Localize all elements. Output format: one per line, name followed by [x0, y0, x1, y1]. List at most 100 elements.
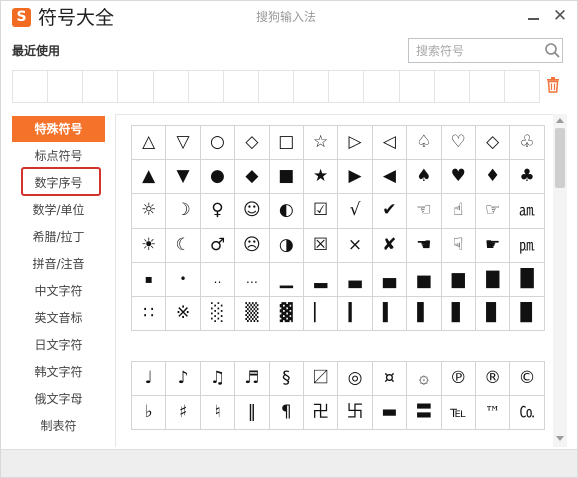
symbol-cell[interactable]: ◆ [235, 160, 270, 195]
symbol-cell[interactable]: ㏂ [510, 194, 545, 229]
symbol-cell[interactable]: ▍ [372, 296, 408, 332]
symbol-cell[interactable]: ∷ [132, 296, 167, 332]
recent-slot[interactable] [13, 71, 49, 102]
symbol-cell[interactable]: ☜ [407, 194, 442, 229]
title-bar[interactable]: S 符号大全 搜狗输入法 ✕ [1, 1, 577, 35]
scroll-up-icon[interactable] [556, 118, 564, 123]
symbol-cell[interactable]: ◇ [235, 126, 270, 161]
symbol-cell[interactable]: 卐 [338, 396, 373, 430]
symbol-cell[interactable]: ♮ [200, 396, 236, 430]
sidebar-item[interactable]: 拼音/注音 [12, 251, 105, 277]
symbol-cell[interactable]: ☚ [407, 228, 442, 263]
symbol-cell[interactable]: ▇ [475, 262, 511, 297]
symbol-cell[interactable]: ♦ [475, 160, 511, 195]
sidebar-item[interactable]: 中文字符 [12, 278, 105, 304]
symbol-cell[interactable]: ¶ [269, 396, 304, 430]
symbol-cell[interactable]: ♀ [200, 194, 236, 229]
symbol-cell[interactable]: ▄ [372, 262, 408, 297]
symbol-cell[interactable]: ▶ [338, 160, 373, 195]
symbol-cell[interactable]: ☛ [475, 228, 511, 263]
symbol-cell[interactable]: ㏇ [510, 396, 545, 430]
symbol-cell[interactable]: ▁ [269, 262, 304, 297]
sidebar-item[interactable]: 制表符 [12, 413, 105, 439]
scroll-thumb[interactable] [555, 128, 565, 188]
recent-slot[interactable] [83, 71, 119, 102]
recent-slot[interactable] [48, 71, 84, 102]
symbol-cell[interactable]: ☽ [166, 194, 201, 229]
symbol-cell[interactable]: ☆ [303, 126, 339, 161]
symbol-cell[interactable]: ▉ [510, 296, 545, 332]
symbol-cell[interactable]: ▌ [407, 296, 442, 332]
vertical-scrollbar[interactable] [553, 114, 567, 447]
symbol-cell[interactable]: ◐ [269, 194, 304, 229]
recent-slot[interactable] [154, 71, 189, 102]
symbol-cell[interactable]: ™ [475, 396, 511, 430]
recent-slot[interactable] [505, 71, 539, 102]
symbol-cell[interactable]: ▬ [372, 396, 408, 430]
symbol-cell[interactable]: ○ [200, 126, 236, 161]
recent-slot[interactable] [224, 71, 259, 102]
sidebar-item[interactable]: 标点符号 [12, 143, 105, 169]
symbol-cell[interactable]: ㏘ [510, 228, 545, 263]
recent-slot[interactable] [259, 71, 295, 102]
symbol-cell[interactable]: ♣ [510, 160, 545, 195]
symbol-cell[interactable]: ♠ [407, 160, 442, 195]
symbol-cell[interactable]: ▏ [303, 296, 339, 332]
symbol-cell[interactable]: ♤ [407, 126, 442, 161]
sidebar-item[interactable]: 英文音标 [12, 305, 105, 331]
symbol-cell[interactable]: √ [338, 194, 373, 229]
symbol-cell[interactable]: ♫ [200, 362, 236, 396]
symbol-cell[interactable]: ♡ [441, 126, 476, 161]
symbol-cell[interactable]: 〓 [407, 396, 442, 430]
symbol-cell[interactable]: © [510, 362, 545, 396]
symbol-cell[interactable]: ▒ [235, 296, 270, 332]
recent-slot[interactable] [435, 71, 470, 102]
symbol-cell[interactable]: ‖ [235, 396, 270, 430]
symbol-cell[interactable]: ░ [200, 296, 236, 332]
symbol-cell[interactable]: ▊ [475, 296, 511, 332]
trash-icon[interactable] [546, 77, 560, 93]
symbol-cell[interactable]: ‥ [200, 262, 236, 297]
search-input[interactable] [409, 39, 539, 62]
symbol-cell[interactable]: ▅ [407, 262, 442, 297]
sidebar-item[interactable]: 韩文字符 [12, 359, 105, 385]
symbol-cell[interactable]: ☝ [441, 194, 476, 229]
symbol-cell[interactable]: ♂ [200, 228, 236, 263]
symbol-cell[interactable]: ☞ [475, 194, 511, 229]
symbol-cell[interactable]: 〼 [303, 362, 339, 396]
symbol-cell[interactable]: ☼ [132, 194, 167, 229]
symbol-cell[interactable]: ● [200, 160, 236, 195]
symbol-cell[interactable]: ✔ [372, 194, 408, 229]
close-button[interactable]: ✕ [549, 5, 571, 27]
symbol-cell[interactable]: ♩ [132, 362, 167, 396]
symbol-cell[interactable]: ▆ [441, 262, 476, 297]
recent-slot[interactable] [118, 71, 154, 102]
symbol-cell[interactable]: ♥ [441, 160, 476, 195]
symbol-cell[interactable]: ℗ [441, 362, 476, 396]
symbol-cell[interactable]: □ [269, 126, 304, 161]
recent-slot[interactable] [364, 71, 400, 102]
recent-slot[interactable] [329, 71, 365, 102]
symbol-cell[interactable]: ▷ [338, 126, 373, 161]
symbol-cell[interactable]: 卍 [303, 396, 339, 430]
symbol-cell[interactable]: ☺ [235, 194, 270, 229]
symbol-cell[interactable]: ▃ [338, 262, 373, 297]
symbol-cell[interactable]: ▂ [303, 262, 339, 297]
symbol-cell[interactable]: ♧ [510, 126, 545, 161]
symbol-cell[interactable]: ☹ [235, 228, 270, 263]
sidebar-item[interactable]: 俄文字母 [12, 386, 105, 412]
symbol-cell[interactable]: ☟ [441, 228, 476, 263]
symbol-cell[interactable]: ◎ [338, 362, 373, 396]
symbol-cell[interactable]: ♯ [166, 396, 201, 430]
minimize-button[interactable] [523, 5, 545, 27]
symbol-cell[interactable]: ▼ [166, 160, 201, 195]
symbol-cell[interactable]: ★ [303, 160, 339, 195]
symbol-cell[interactable]: ▲ [132, 160, 167, 195]
symbol-cell[interactable]: ☑ [303, 194, 339, 229]
symbol-cell[interactable]: ◀ [372, 160, 408, 195]
symbol-cell[interactable]: ▓ [269, 296, 304, 332]
symbol-cell[interactable]: █ [510, 262, 545, 297]
symbol-cell[interactable]: ♭ [132, 396, 167, 430]
symbol-cell[interactable]: ¤ [372, 362, 408, 396]
sidebar-item[interactable]: 希腊/拉丁 [12, 224, 105, 250]
